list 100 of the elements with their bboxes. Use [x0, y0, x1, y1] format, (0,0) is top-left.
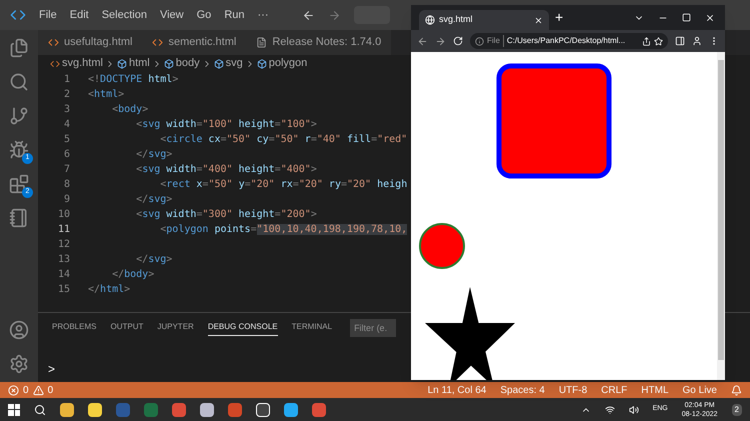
- extensions-icon[interactable]: [9, 174, 29, 194]
- code-line: <svg width="100" height="100">: [135, 118, 317, 132]
- back-icon[interactable]: [302, 8, 314, 22]
- menu-item[interactable]: ···: [258, 6, 268, 24]
- menu-item[interactable]: Go: [196, 6, 212, 24]
- account-icon[interactable]: [9, 320, 29, 340]
- status-item[interactable]: UTF-8: [558, 382, 588, 398]
- breadcrumb-item[interactable]: body: [176, 55, 200, 72]
- panel-tab[interactable]: OUTPUT: [110, 321, 144, 335]
- run-debug-icon[interactable]: [9, 140, 29, 160]
- volume-icon[interactable]: [628, 404, 639, 414]
- breadcrumb-item[interactable]: html: [128, 55, 150, 72]
- warning-count[interactable]: 0: [48, 382, 54, 398]
- profile-icon[interactable]: [692, 36, 702, 46]
- network-icon[interactable]: [604, 404, 615, 414]
- breadcrumb-item[interactable]: svg.html: [62, 55, 103, 72]
- line-number: 9: [62, 193, 70, 207]
- search-icon[interactable]: [34, 404, 46, 416]
- line-number: 5: [62, 133, 70, 147]
- code-line: </svg>: [135, 253, 172, 267]
- close-icon[interactable]: [534, 16, 543, 24]
- code-line: <rect x="50" y="20" rx="20" ry="20" heigh: [159, 178, 408, 192]
- code-line: <!DOCTYPE html>: [87, 73, 178, 87]
- code-line: </svg>: [135, 148, 172, 162]
- breadcrumb-item[interactable]: svg: [226, 55, 243, 72]
- console-prompt: >: [47, 361, 56, 378]
- breadcrumb-item[interactable]: polygon: [268, 55, 308, 72]
- code-line: <svg width="400" height="400">: [135, 163, 317, 177]
- new-tab-button[interactable]: +: [555, 7, 564, 28]
- status-item[interactable]: Ln 11, Col 64: [428, 382, 486, 398]
- panel-tab[interactable]: DEBUG CONSOLE: [208, 320, 278, 336]
- error-icon: [8, 384, 19, 396]
- line-number: 13: [56, 253, 70, 267]
- notification-count[interactable]: 2: [732, 404, 742, 416]
- menu-item[interactable]: Selection: [102, 6, 147, 24]
- bookmark-icon[interactable]: [654, 36, 663, 46]
- warning-icon: [32, 384, 44, 396]
- browser-tab[interactable]: svg.html: [419, 10, 549, 30]
- forward-icon[interactable]: [435, 36, 446, 46]
- code-line: </html>: [87, 283, 130, 297]
- panel-tab[interactable]: PROBLEMS: [52, 321, 96, 335]
- error-count[interactable]: 0: [23, 382, 29, 398]
- side-panel-icon[interactable]: [675, 36, 685, 46]
- line-number: 15: [56, 283, 70, 297]
- menu-item[interactable]: File: [39, 6, 57, 24]
- line-number: 4: [62, 118, 70, 132]
- code-line: </body>: [111, 268, 154, 282]
- forward-icon[interactable]: [328, 8, 340, 22]
- line-number: 10: [56, 208, 70, 222]
- code-line: <body>: [111, 103, 148, 117]
- editor-tab[interactable]: Release Notes: 1.74.0: [246, 30, 392, 55]
- status-item[interactable]: CRLF: [601, 382, 628, 398]
- line-number: 2: [62, 88, 70, 102]
- close-icon[interactable]: [705, 12, 715, 22]
- menu-item[interactable]: Edit: [70, 6, 89, 24]
- info-icon: [475, 36, 484, 46]
- line-number: 8: [62, 178, 70, 192]
- line-number: 14: [56, 268, 70, 282]
- line-number: 11: [56, 223, 70, 237]
- share-icon[interactable]: [642, 36, 651, 46]
- line-number: 6: [62, 148, 70, 162]
- source-control-icon[interactable]: [9, 106, 29, 126]
- maximize-icon[interactable]: [682, 13, 691, 22]
- explorer-icon[interactable]: [9, 38, 29, 58]
- globe-icon: [425, 15, 435, 25]
- element-icon: [164, 58, 174, 68]
- code-line: <html>: [87, 88, 124, 102]
- html-file-icon: [48, 37, 59, 48]
- menu-item[interactable]: Run: [224, 6, 244, 24]
- document-icon: [256, 37, 268, 48]
- line-number: 3: [62, 103, 70, 117]
- panel-tab[interactable]: TERMINAL: [292, 321, 332, 335]
- panel-tab[interactable]: JUPYTER: [157, 321, 194, 335]
- line-number: 12: [56, 238, 70, 252]
- circle-shape: [419, 223, 465, 269]
- windows-start-icon[interactable]: [8, 404, 20, 416]
- html-file-icon: [50, 58, 60, 68]
- address-bar[interactable]: File C:/Users/PankPC/Desktop/html...: [470, 33, 668, 49]
- filter-input[interactable]: Filter (e.: [350, 319, 396, 337]
- code-line: <polygon points="100,10,40,198,190,78,10,: [159, 223, 408, 237]
- back-icon[interactable]: [417, 36, 428, 46]
- element-icon: [116, 58, 127, 68]
- code-line: <circle cx="50" cy="50" r="40" fill="red": [159, 133, 408, 147]
- code-line: </svg>: [135, 193, 172, 207]
- editor-tab[interactable]: usefultag.html: [38, 30, 142, 55]
- notebook-icon[interactable]: [9, 208, 29, 228]
- reload-icon[interactable]: [453, 36, 463, 46]
- menu-item[interactable]: View: [160, 6, 184, 24]
- code-line: <svg width="300" height="200">: [135, 208, 317, 222]
- editor-tab[interactable]: sementic.html: [142, 30, 246, 55]
- settings-icon[interactable]: [9, 354, 29, 374]
- html-file-icon: [152, 37, 164, 48]
- status-item[interactable]: Go Live: [682, 382, 717, 398]
- element-icon: [256, 58, 267, 68]
- element-icon: [214, 58, 224, 68]
- line-number: 7: [62, 163, 70, 177]
- bell-icon[interactable]: [731, 384, 742, 396]
- status-item[interactable]: HTML: [641, 382, 669, 398]
- status-item[interactable]: Spaces: 4: [500, 382, 545, 398]
- line-number: 1: [62, 73, 70, 87]
